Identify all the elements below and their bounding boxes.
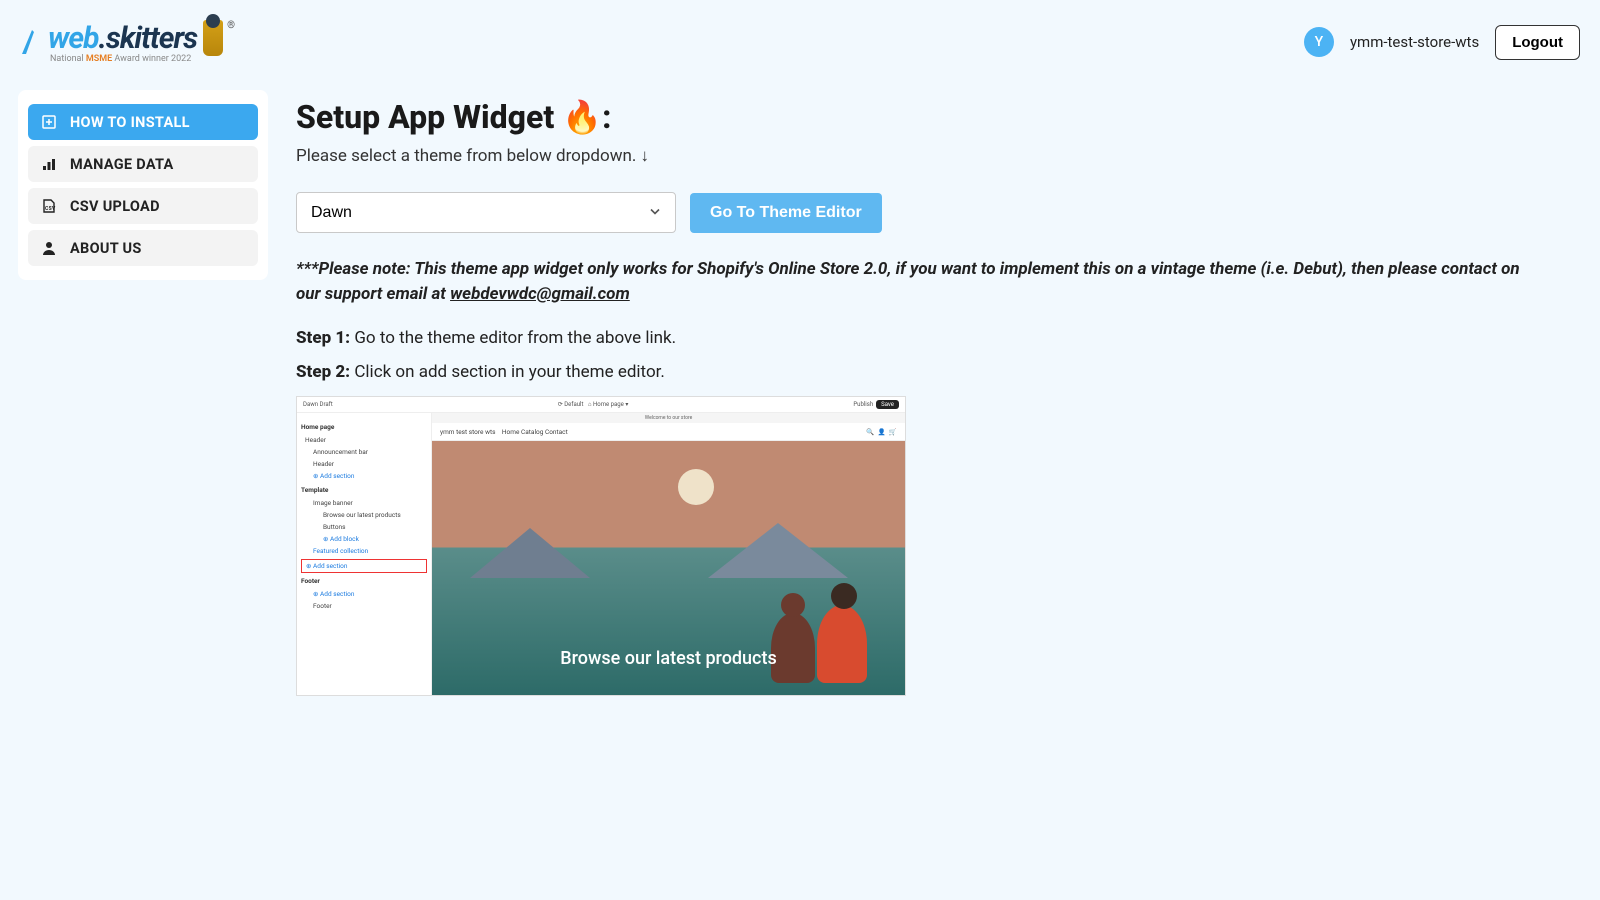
brand-logo: web.skitters ® National MSME Award winne… — [20, 20, 235, 64]
logo-text-secondary: skitters — [106, 21, 197, 56]
sidebar-item-label: ABOUT US — [70, 240, 142, 257]
sidebar-item-about-us[interactable]: ABOUT US — [28, 230, 258, 266]
sidebar-item-label: CSV UPLOAD — [70, 198, 160, 215]
trophy-icon — [203, 20, 223, 56]
sidebar-item-csv-upload[interactable]: CSV CSV UPLOAD — [28, 188, 258, 224]
sidebar-item-label: MANAGE DATA — [70, 156, 174, 173]
step-2: Step 2: Click on add section in your the… — [296, 362, 1570, 382]
csv-icon: CSV — [40, 197, 58, 215]
sidebar-item-how-to-install[interactable]: HOW TO INSTALL — [28, 104, 258, 140]
logo-tagline: National MSME Award winner 2022 — [50, 54, 191, 64]
page-subtitle: Please select a theme from below dropdow… — [296, 146, 1570, 166]
go-to-theme-editor-button[interactable]: Go To Theme Editor — [690, 193, 882, 233]
sidebar-item-label: HOW TO INSTALL — [70, 114, 190, 131]
logo-text-primary: web — [48, 21, 98, 56]
screenshot-hero: Browse our latest products — [432, 441, 905, 695]
store-name-label: ymm-test-store-wts — [1350, 33, 1479, 51]
support-email-link[interactable]: webdevwdc@gmail.com — [450, 284, 630, 304]
logout-button[interactable]: Logout — [1495, 25, 1580, 60]
step-1: Step 1: Go to the theme editor from the … — [296, 328, 1570, 348]
svg-text:CSV: CSV — [45, 206, 56, 212]
data-icon — [40, 155, 58, 173]
screenshot-sidebar: Home page Header Announcement bar Header… — [297, 413, 432, 695]
theme-select[interactable]: Dawn — [296, 192, 676, 233]
app-header: web.skitters ® National MSME Award winne… — [0, 0, 1600, 72]
logo-swoosh-icon — [20, 26, 46, 56]
user-avatar[interactable]: Y — [1304, 27, 1334, 57]
page-title: Setup App Widget 🔥: — [296, 98, 1570, 136]
main-content: Setup App Widget 🔥: Please select a them… — [296, 90, 1582, 696]
sidebar-item-manage-data[interactable]: MANAGE DATA — [28, 146, 258, 182]
screenshot-add-section-highlighted: ⊕ Add section — [301, 559, 427, 573]
sidebar: HOW TO INSTALL MANAGE DATA CSV CSV UPLOA… — [18, 90, 268, 280]
registered-mark: ® — [227, 20, 235, 31]
about-icon — [40, 239, 58, 257]
install-icon — [40, 113, 58, 131]
compatibility-note: ***Please note: This theme app widget on… — [296, 257, 1526, 306]
theme-editor-screenshot: Dawn Draft ⟳ Default ⌂ Home page ▾ Publi… — [296, 396, 906, 696]
